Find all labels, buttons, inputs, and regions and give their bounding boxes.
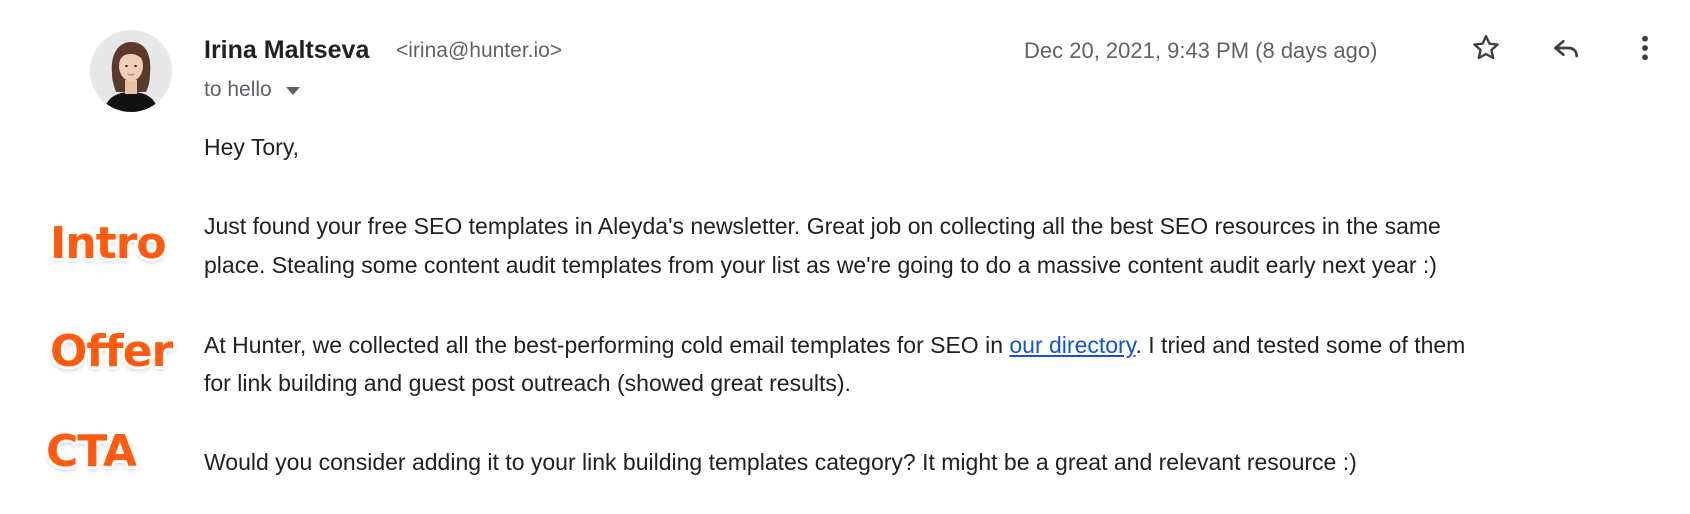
offer-paragraph-line-1: At Hunter, we collected all the best-per…: [204, 326, 1465, 364]
avatar-portrait: [90, 30, 172, 112]
email-date: Dec 20, 2021, 9:43 PM (8 days ago): [1024, 38, 1378, 63]
intro-paragraph-line-1: Just found your free SEO templates in Al…: [204, 213, 1441, 239]
email-greeting: Hey Tory,: [204, 134, 300, 160]
offer-text-after-link: . I tried and tested some of them: [1135, 332, 1466, 358]
more-options-button[interactable]: [1625, 28, 1665, 68]
sender-email: <irina@hunter.io>: [396, 39, 563, 62]
star-icon: [1473, 35, 1499, 60]
reply-button[interactable]: [1546, 28, 1586, 68]
reply-icon: [1554, 39, 1578, 58]
offer-paragraph-line-2: for link building and guest post outreac…: [204, 370, 851, 396]
chevron-down-icon[interactable]: [285, 87, 300, 95]
cta-annotation-label: CTA: [46, 426, 137, 477]
intro-paragraph-line-2: place. Stealing some content audit templ…: [204, 252, 1437, 278]
offer-text-before-link: At Hunter, we collected all the best-per…: [204, 332, 1010, 358]
intro-annotation-label: Intro: [50, 218, 167, 269]
recipient-details-toggle[interactable]: to hello: [204, 78, 300, 102]
offer-annotation-label: Offer: [50, 326, 173, 377]
sender-name[interactable]: Irina Maltseva: [204, 36, 369, 65]
star-button[interactable]: [1466, 28, 1506, 68]
recipient-label: to hello: [204, 78, 272, 101]
directory-link[interactable]: our directory: [1009, 332, 1135, 358]
avatar[interactable]: [90, 30, 172, 112]
cta-paragraph: Would you consider adding it to your lin…: [204, 449, 1357, 475]
vertical-ellipsis-icon: [1642, 35, 1648, 61]
